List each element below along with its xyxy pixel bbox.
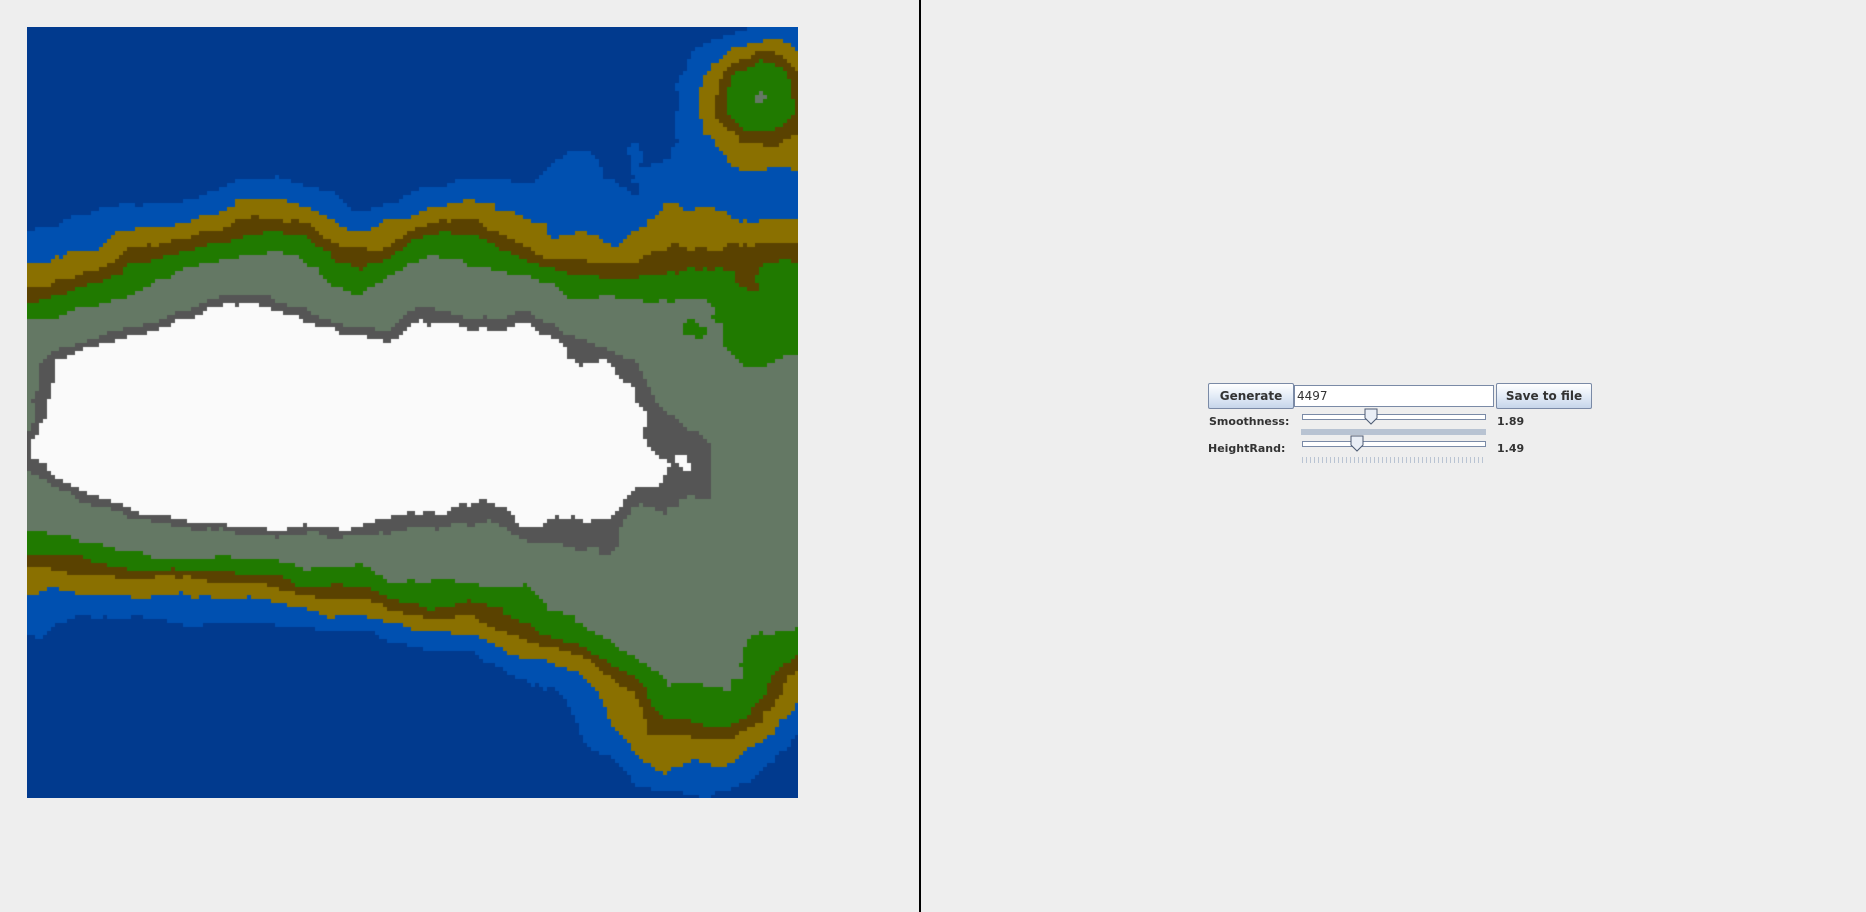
- terrain-heightmap: [27, 27, 798, 798]
- slider-ticks: [1302, 457, 1486, 463]
- generate-button[interactable]: Generate: [1208, 383, 1294, 409]
- heightrand-value: 1.49: [1497, 442, 1525, 455]
- map-panel: [0, 0, 919, 912]
- seed-input[interactable]: [1294, 385, 1494, 407]
- slider-track: [1302, 441, 1486, 447]
- save-to-file-button[interactable]: Save to file: [1496, 383, 1592, 409]
- heightrand-slider[interactable]: [1300, 435, 1486, 463]
- slider-track: [1302, 414, 1486, 420]
- slider-thumb[interactable]: [1363, 408, 1379, 425]
- smoothness-label: Smoothness:: [1209, 415, 1290, 428]
- slider-thumb[interactable]: [1349, 435, 1365, 452]
- heightrand-label: HeightRand:: [1208, 442, 1286, 455]
- smoothness-value: 1.89: [1497, 415, 1525, 428]
